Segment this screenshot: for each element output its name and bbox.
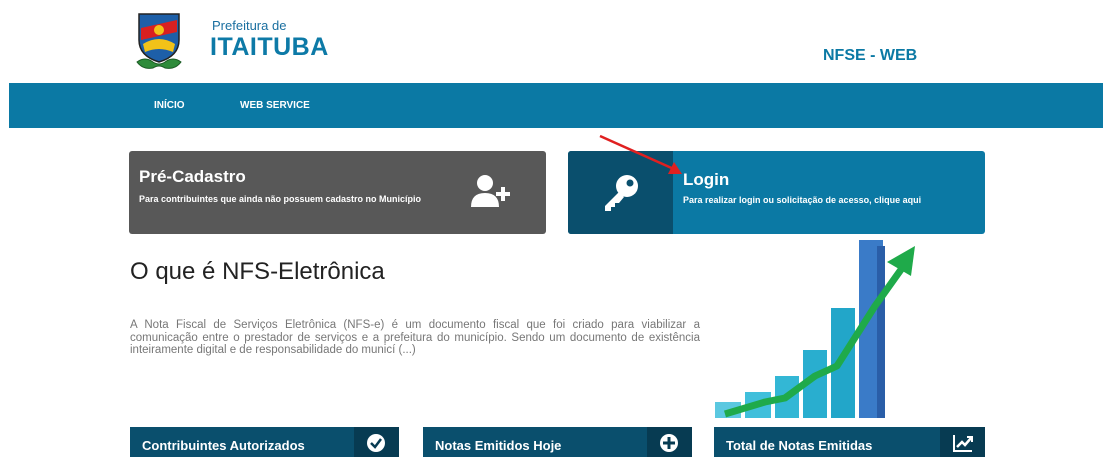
app-name: NFSE - WEB [823, 47, 918, 64]
growth-chart-illustration [715, 240, 915, 418]
section-description: A Nota Fiscal de Serviços Eletrônica (NF… [130, 319, 700, 356]
brand-subtitle: Prefeitura de [212, 18, 287, 33]
check-circle-icon [367, 434, 385, 452]
nav-item-inicio[interactable]: INÍCIO [154, 100, 185, 111]
pre-cadastro-title: Pré-Cadastro [139, 167, 246, 186]
trend-up-icon [953, 435, 973, 452]
login-subtitle: Para realizar login ou solicitação de ac… [683, 195, 922, 205]
stat-label: Total de Notas Emitidas [726, 438, 873, 453]
stat-card-contribuintes[interactable]: Contribuintes Autorizados [130, 427, 399, 457]
stat-icon-box [647, 427, 692, 457]
login-title: Login [683, 170, 730, 189]
stat-label: Contribuintes Autorizados [142, 438, 305, 453]
add-user-icon [471, 175, 510, 207]
plus-circle-icon [660, 434, 678, 452]
stat-card-notas-hoje[interactable]: Notas Emitidos Hoje [423, 427, 692, 457]
stat-icon-box [940, 427, 985, 457]
red-annotation-arrow [599, 134, 682, 174]
stat-icon-box [354, 427, 399, 457]
header: Prefeitura de ITAITUBA NFSE - WEB [0, 0, 1103, 83]
stat-label: Notas Emitidos Hoje [435, 438, 562, 453]
stat-card-total-notas[interactable]: Total de Notas Emitidas [714, 427, 985, 457]
section-title: O que é NFS-Eletrônica [130, 258, 385, 285]
brand-title[interactable]: ITAITUBA [210, 33, 329, 62]
city-coat-of-arms-logo[interactable] [133, 10, 185, 72]
main-navbar: INÍCIO WEB SERVICE [9, 83, 1103, 128]
pre-cadastro-card[interactable]: Pré-Cadastro Para contribuintes que aind… [129, 151, 546, 234]
nav-item-web-service[interactable]: WEB SERVICE [240, 100, 310, 111]
pre-cadastro-subtitle: Para contribuintes que ainda não possuem… [139, 194, 422, 204]
